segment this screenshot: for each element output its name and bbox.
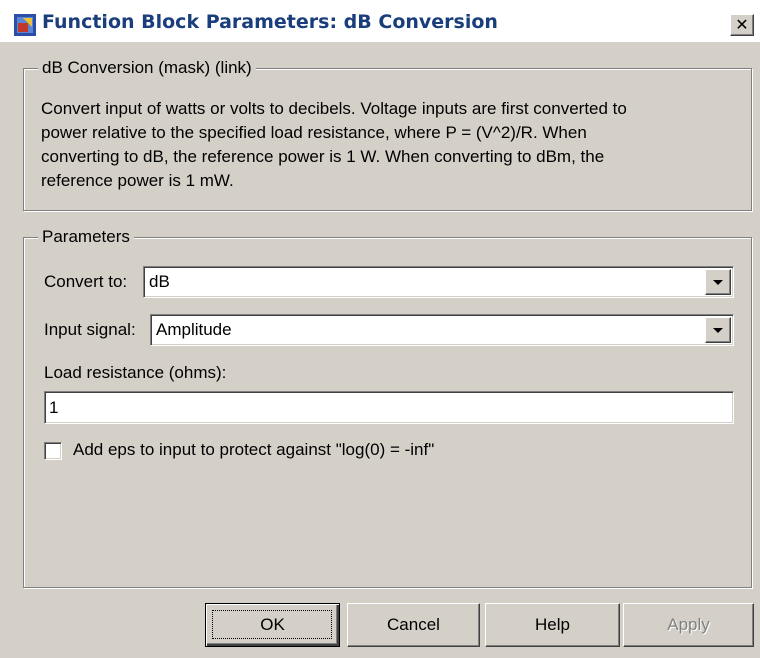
- convert-to-select[interactable]: dB: [143, 266, 734, 298]
- load-resistance-label: Load resistance (ohms):: [44, 363, 227, 382]
- add-eps-label: Add eps to input to protect against "log…: [73, 440, 435, 459]
- ok-button[interactable]: OK: [205, 603, 340, 647]
- description-line: Convert input of watts or volts to decib…: [41, 99, 627, 118]
- help-button-label: Help: [535, 615, 570, 634]
- description-line: reference power is 1 mW.: [41, 171, 234, 190]
- window-title: Function Block Parameters: dB Conversion: [42, 11, 498, 33]
- convert-to-label: Convert to:: [44, 272, 128, 291]
- description-group: dB Conversion (mask) (link) Convert inpu…: [23, 58, 752, 211]
- description-text: Convert input of watts or volts to decib…: [41, 97, 741, 193]
- focus-ring: [212, 610, 332, 639]
- input-signal-label: Input signal:: [44, 320, 136, 339]
- input-signal-select[interactable]: Amplitude: [150, 314, 734, 346]
- cancel-button-label: Cancel: [387, 615, 440, 634]
- chevron-down-icon[interactable]: [705, 269, 731, 295]
- add-eps-checkbox[interactable]: [44, 442, 62, 460]
- apply-button: Apply: [623, 603, 754, 647]
- cancel-button[interactable]: Cancel: [347, 603, 480, 647]
- input-signal-value: Amplitude: [156, 320, 232, 339]
- dialog-window: Function Block Parameters: dB Conversion…: [0, 0, 760, 658]
- close-icon[interactable]: ✕: [730, 14, 754, 36]
- description-legend: dB Conversion (mask) (link): [38, 58, 256, 78]
- title-bar[interactable]: Function Block Parameters: dB Conversion…: [0, 0, 760, 42]
- description-line: power relative to the specified load res…: [41, 123, 587, 142]
- parameters-legend: Parameters: [38, 227, 134, 247]
- help-button[interactable]: Help: [485, 603, 620, 647]
- apply-button-label: Apply: [667, 615, 710, 634]
- description-line: converting to dB, the reference power is…: [41, 147, 605, 166]
- load-resistance-input[interactable]: [44, 391, 734, 424]
- chevron-down-icon[interactable]: [705, 317, 731, 343]
- convert-to-value: dB: [149, 272, 170, 291]
- parameters-group: Parameters Convert to: dB Input signal: …: [23, 227, 752, 588]
- simulink-block-icon: [14, 14, 36, 36]
